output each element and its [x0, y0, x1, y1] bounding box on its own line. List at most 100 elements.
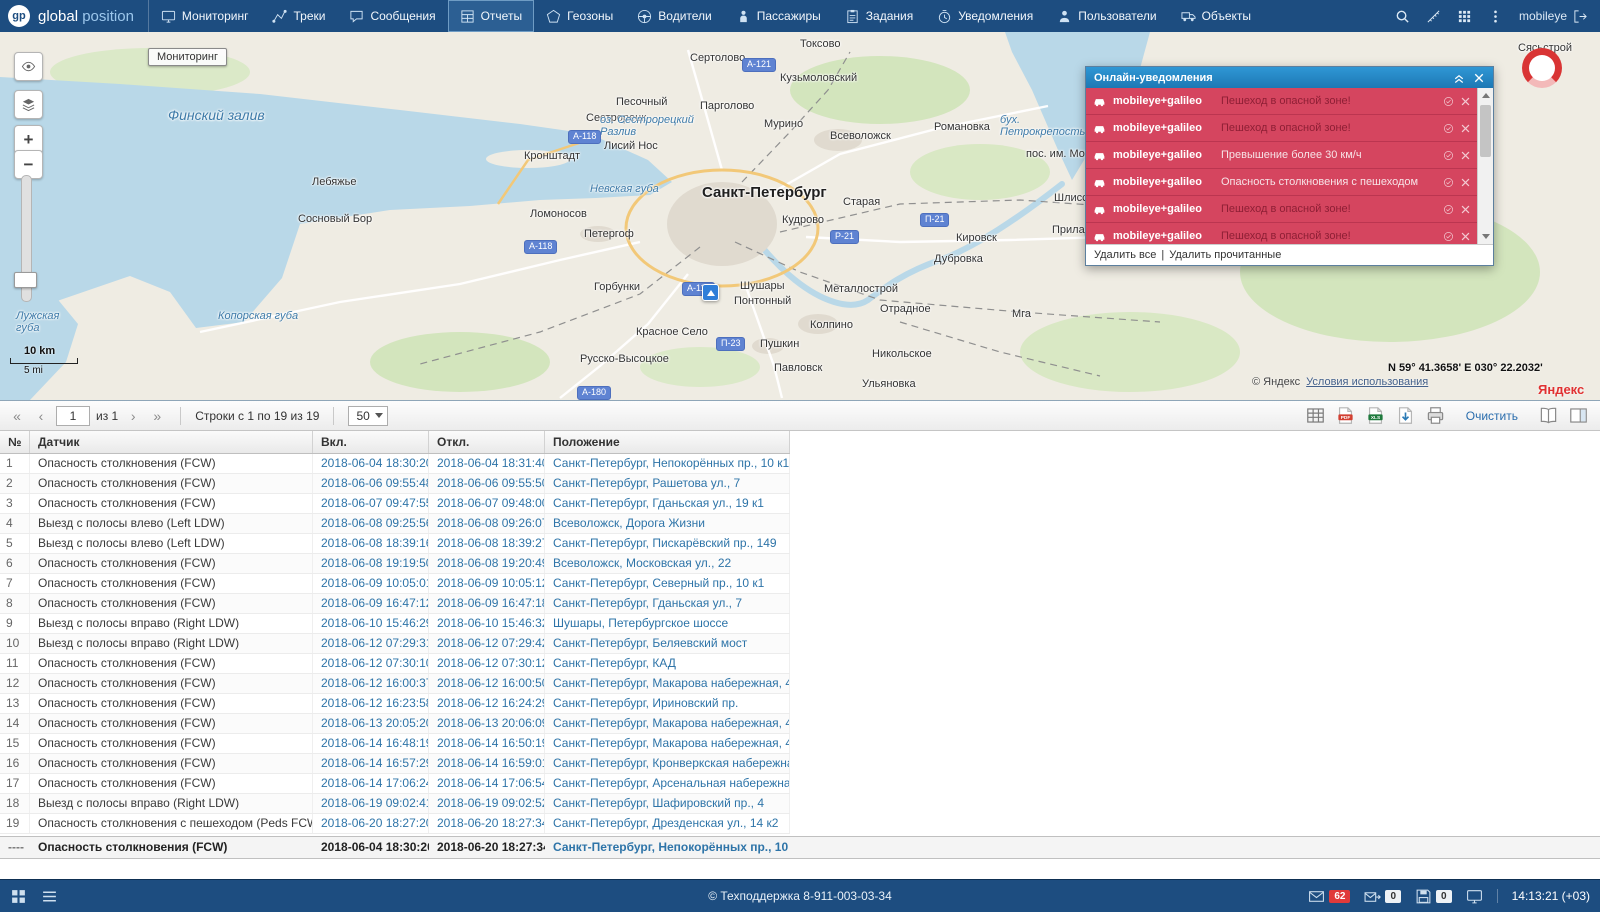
first-page-button[interactable]: « — [8, 408, 26, 424]
map-book-icon[interactable] — [1539, 406, 1558, 425]
cell-location[interactable]: Санкт-Петербург, Арсенальная набережная — [545, 774, 790, 793]
cell-off-time[interactable]: 2018-06-12 16:00:50 — [429, 674, 545, 693]
page-number-input[interactable] — [56, 406, 90, 426]
nav-item-passengers[interactable]: Пассажиры — [724, 0, 833, 32]
modules-grid-icon[interactable] — [10, 888, 27, 905]
table-row[interactable]: 15Опасность столкновения (FCW)2018-06-14… — [0, 734, 790, 754]
cell-off-time[interactable]: 2018-06-12 07:30:12 — [429, 654, 545, 673]
dismiss-icon[interactable] — [1460, 204, 1471, 215]
cell-off-time[interactable]: 2018-06-13 20:06:09 — [429, 714, 545, 733]
cell-off-time[interactable]: 2018-06-09 16:47:18 — [429, 594, 545, 613]
cell-on-time[interactable]: 2018-06-10 15:46:29 — [313, 614, 429, 633]
nav-item-reports[interactable]: Отчеты — [448, 0, 534, 32]
mark-read-icon[interactable] — [1443, 123, 1454, 134]
search-button[interactable] — [1395, 9, 1410, 24]
apps-grid-button[interactable] — [1457, 9, 1472, 24]
dismiss-icon[interactable] — [1460, 123, 1471, 134]
cell-location[interactable]: Санкт-Петербург, КАД — [545, 654, 790, 673]
table-row[interactable]: 18Выезд с полосы вправо (Right LDW)2018-… — [0, 794, 790, 814]
cell-on-time[interactable]: 2018-06-20 18:27:20 — [313, 814, 429, 833]
cell-location[interactable]: Санкт-Петербург, Ириновский пр. — [545, 694, 790, 713]
collapse-icon[interactable] — [1453, 72, 1465, 84]
cell-on-time[interactable]: 2018-06-12 16:00:37 — [313, 674, 429, 693]
mark-read-icon[interactable] — [1443, 96, 1454, 107]
screen-icon[interactable] — [1466, 888, 1483, 905]
cell-location[interactable]: Санкт-Петербург, Гданьская ул., 19 к1 — [545, 494, 790, 513]
cell-on-time[interactable]: 2018-06-12 16:23:58 — [313, 694, 429, 713]
more-menu-button[interactable] — [1488, 9, 1503, 24]
page-size-select[interactable]: 50 — [348, 406, 387, 426]
terms-link[interactable]: Условия использования — [1306, 376, 1428, 388]
cell-on-time[interactable]: 2018-06-12 07:30:10 — [313, 654, 429, 673]
cell-on-time[interactable]: 2018-06-08 19:19:50 — [313, 554, 429, 573]
table-row[interactable]: 9Выезд с полосы вправо (Right LDW)2018-0… — [0, 614, 790, 634]
export-file-icon[interactable] — [1396, 406, 1415, 425]
yandex-brand-link[interactable]: Яндекс — [1538, 382, 1584, 397]
table-row[interactable]: 3Опасность столкновения (FCW)2018-06-07 … — [0, 494, 790, 514]
table-row[interactable]: 10Выезд с полосы вправо (Right LDW)2018-… — [0, 634, 790, 654]
cell-off-time[interactable]: 2018-06-14 16:59:01 — [429, 754, 545, 773]
cell-on-time[interactable]: 2018-06-19 09:02:41 — [313, 794, 429, 813]
dismiss-icon[interactable] — [1460, 231, 1471, 242]
notification-row[interactable]: mobileye+galileoПешеход в опасной зоне! — [1086, 223, 1493, 244]
notifications-header[interactable]: Онлайн-уведомления — [1086, 67, 1493, 88]
vehicle-marker[interactable] — [702, 284, 719, 301]
cell-off-time[interactable]: 2018-06-14 16:50:19 — [429, 734, 545, 753]
status-counter-mailout[interactable]: 0 — [1364, 888, 1401, 905]
cell-location[interactable]: Всеволожск, Московская ул., 22 — [545, 554, 790, 573]
cell-on-time[interactable]: 2018-06-08 18:39:16 — [313, 534, 429, 553]
cell-location[interactable]: Санкт-Петербург, Макарова набережная, 4 — [545, 674, 790, 693]
table-row[interactable]: 7Опасность столкновения (FCW)2018-06-09 … — [0, 574, 790, 594]
dismiss-icon[interactable] — [1460, 96, 1471, 107]
cell-location[interactable]: Санкт-Петербург, Северный пр., 10 к1 — [545, 574, 790, 593]
app-logo[interactable]: gp global position — [0, 0, 149, 32]
notification-row[interactable]: mobileye+galileoПешеход в опасной зоне! — [1086, 88, 1493, 115]
nav-item-tracks[interactable]: Треки — [260, 0, 337, 32]
nav-item-monitor[interactable]: Мониторинг — [149, 0, 261, 32]
cell-off-time[interactable]: 2018-06-08 19:20:49 — [429, 554, 545, 573]
cell-location[interactable]: Санкт-Петербург, Макарова набережная, 4 — [545, 734, 790, 753]
table-view-icon[interactable] — [1306, 406, 1325, 425]
cell-on-time[interactable]: 2018-06-12 07:29:31 — [313, 634, 429, 653]
status-counter-mail[interactable]: 62 — [1308, 888, 1350, 905]
cell-on-time[interactable]: 2018-06-09 16:47:12 — [313, 594, 429, 613]
cell-on-time[interactable]: 2018-06-14 17:06:24 — [313, 774, 429, 793]
cell-off-time[interactable]: 2018-06-12 16:24:29 — [429, 694, 545, 713]
cell-on-time[interactable]: 2018-06-07 09:47:55 — [313, 494, 429, 513]
table-row[interactable]: 19Опасность столкновения с пешеходом (Pe… — [0, 814, 790, 834]
delete-read-link[interactable]: Удалить прочитанные — [1169, 249, 1281, 261]
mark-read-icon[interactable] — [1443, 177, 1454, 188]
nav-item-drivers[interactable]: Водители — [625, 0, 723, 32]
cell-off-time[interactable]: 2018-06-04 18:31:40 — [429, 454, 545, 473]
table-row[interactable]: 6Опасность столкновения (FCW)2018-06-08 … — [0, 554, 790, 574]
table-row[interactable]: 11Опасность столкновения (FCW)2018-06-12… — [0, 654, 790, 674]
table-row[interactable]: 14Опасность столкновения (FCW)2018-06-13… — [0, 714, 790, 734]
scrollbar-thumb[interactable] — [1480, 105, 1491, 157]
status-counter-drive[interactable]: 0 — [1415, 888, 1452, 905]
cell-on-time[interactable]: 2018-06-14 16:57:29 — [313, 754, 429, 773]
table-row[interactable]: 13Опасность столкновения (FCW)2018-06-12… — [0, 694, 790, 714]
cell-location[interactable]: Санкт-Петербург, Непокорённых пр., 10 к1 — [545, 454, 790, 473]
close-icon[interactable] — [1473, 72, 1485, 84]
zoom-slider-thumb[interactable] — [14, 272, 37, 288]
column-header[interactable]: Положение — [545, 431, 790, 453]
cell-location[interactable]: Санкт-Петербург, Шафировский пр., 4 — [545, 794, 790, 813]
list-view-icon[interactable] — [41, 888, 58, 905]
cell-location[interactable]: Всеволожск, Дорога Жизни — [545, 514, 790, 533]
mark-read-icon[interactable] — [1443, 231, 1454, 242]
print-icon[interactable] — [1426, 406, 1445, 425]
cell-location[interactable]: Санкт-Петербург, Кронверкская набережная — [545, 754, 790, 773]
cell-on-time[interactable]: 2018-06-13 20:05:20 — [313, 714, 429, 733]
map-visibility-button[interactable] — [14, 52, 43, 81]
mark-read-icon[interactable] — [1443, 150, 1454, 161]
map-layers-button[interactable] — [14, 90, 43, 119]
table-row[interactable]: 1Опасность столкновения (FCW)2018-06-04 … — [0, 454, 790, 474]
delete-all-link[interactable]: Удалить все — [1094, 249, 1156, 261]
cell-off-time[interactable]: 2018-06-07 09:48:00 — [429, 494, 545, 513]
table-row[interactable]: 8Опасность столкновения (FCW)2018-06-09 … — [0, 594, 790, 614]
notifications-scrollbar[interactable] — [1477, 88, 1493, 244]
column-header[interactable]: Откл. — [429, 431, 545, 453]
cell-off-time[interactable]: 2018-06-19 09:02:52 — [429, 794, 545, 813]
dismiss-icon[interactable] — [1460, 150, 1471, 161]
nav-item-notifications[interactable]: Уведомления — [925, 0, 1045, 32]
